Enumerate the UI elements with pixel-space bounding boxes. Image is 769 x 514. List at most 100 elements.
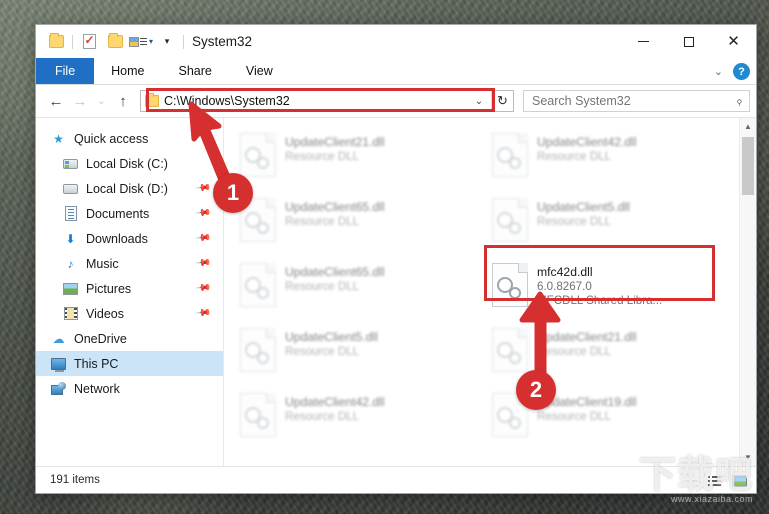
- cloud-icon: ☁: [52, 331, 65, 346]
- tab-share[interactable]: Share: [162, 58, 229, 84]
- file-name: UpdateClient21.dll: [285, 135, 385, 149]
- pin-icon[interactable]: 📌: [194, 280, 211, 296]
- sidebar-item-network[interactable]: Network: [36, 376, 223, 401]
- file-name: UpdateClient21.dll: [537, 330, 637, 344]
- tab-home[interactable]: Home: [94, 58, 161, 84]
- ribbon-right-controls: ⌄ ?: [714, 58, 750, 85]
- sidebar-item-label: Local Disk (C:): [86, 156, 168, 171]
- tiles-view-icon[interactable]: [730, 472, 748, 489]
- file-description: Resource DLL: [285, 150, 360, 163]
- sidebar-item-label: Quick access: [74, 131, 149, 146]
- sidebar-item-label: OneDrive: [74, 331, 127, 346]
- close-icon: ✕: [727, 33, 740, 50]
- search-box[interactable]: ⌕: [523, 90, 750, 112]
- recent-locations-button[interactable]: ⌄: [92, 88, 111, 114]
- file-item[interactable]: UpdateClient65.dll Resource DLL: [236, 193, 482, 258]
- address-dropdown-icon[interactable]: ⌄: [469, 91, 489, 111]
- sidebar-item-onedrive[interactable]: ☁ OneDrive: [36, 326, 223, 351]
- file-description: Resource DLL: [537, 410, 612, 423]
- sidebar-item-label: Music: [86, 256, 119, 271]
- folder-icon[interactable]: [43, 29, 69, 55]
- minimize-button[interactable]: [621, 25, 666, 58]
- computer-icon: [50, 356, 67, 372]
- file-description: Resource DLL: [285, 280, 360, 293]
- file-item[interactable]: UpdateClient42.dll Resource DLL: [488, 128, 734, 193]
- up-button[interactable]: ↑: [111, 88, 135, 114]
- file-description: Resource DLL: [285, 410, 360, 423]
- close-button[interactable]: ✕: [711, 25, 756, 58]
- dll-file-icon: [240, 263, 276, 307]
- maximize-icon: [683, 36, 694, 47]
- sidebar-item-local-disk-c[interactable]: Local Disk (C:): [36, 151, 223, 176]
- sidebar-item-videos[interactable]: Videos 📌: [36, 301, 223, 326]
- sidebar-item-quick-access[interactable]: ★ Quick access: [36, 126, 223, 151]
- file-name: UpdateClient5.dll: [537, 200, 630, 214]
- new-folder-icon[interactable]: [102, 29, 128, 55]
- scrollbar-thumb[interactable]: [742, 137, 754, 195]
- address-bar[interactable]: C:\Windows\System32 ⌄ ↻: [140, 90, 514, 112]
- file-description: Resource DLL: [285, 215, 360, 228]
- file-grid: UpdateClient21.dll Resource DLL UpdateCl…: [236, 128, 734, 466]
- scroll-down-icon[interactable]: ▼: [740, 449, 756, 466]
- pin-icon[interactable]: 📌: [194, 255, 211, 271]
- dll-file-icon: [492, 328, 528, 372]
- tab-view[interactable]: View: [229, 58, 290, 84]
- music-icon: ♪: [67, 256, 74, 271]
- customize-dropdown-icon[interactable]: ▾: [154, 29, 180, 55]
- downloads-icon: ⬇: [65, 231, 76, 246]
- file-item[interactable]: UpdateClient5.dll Resource DLL: [236, 323, 482, 388]
- sidebar-item-documents[interactable]: Documents 📌: [36, 201, 223, 226]
- pin-icon[interactable]: 📌: [194, 180, 211, 196]
- file-version: 6.0.8267.0: [537, 280, 592, 293]
- sidebar-item-this-pc[interactable]: This PC: [36, 351, 223, 376]
- chevron-down-icon[interactable]: ▾: [149, 37, 153, 46]
- file-description: Resource DLL: [537, 345, 612, 358]
- file-name: UpdateClient42.dll: [537, 135, 637, 149]
- maximize-button[interactable]: [666, 25, 711, 58]
- details-view-icon[interactable]: [705, 472, 723, 489]
- dll-file-icon: [240, 133, 276, 177]
- list-view-icon[interactable]: ▾: [128, 29, 154, 55]
- back-button[interactable]: ←: [44, 88, 68, 114]
- file-item-mfc42d-dll[interactable]: mfc42d.dll 6.0.8267.0 MFCDLL Shared Libr…: [488, 258, 734, 323]
- file-name: mfc42d.dll: [537, 265, 593, 279]
- toolbar-divider: [72, 34, 73, 49]
- vertical-scrollbar[interactable]: ▲ ▼: [739, 118, 756, 466]
- file-item[interactable]: UpdateClient42.dll Resource DLL: [236, 388, 482, 453]
- file-item[interactable]: UpdateClient65.dll Resource DLL: [236, 258, 482, 323]
- help-icon[interactable]: ?: [733, 63, 750, 80]
- file-description: Resource DLL: [537, 150, 612, 163]
- pin-icon[interactable]: 📌: [194, 230, 211, 246]
- file-item[interactable]: UpdateClient21.dll Resource DLL: [236, 128, 482, 193]
- file-name: UpdateClient5.dll: [285, 330, 378, 344]
- pin-icon[interactable]: 📌: [194, 205, 211, 221]
- window-body: ★ Quick access Local Disk (C:) Local Dis…: [36, 117, 756, 466]
- file-name: UpdateClient42.dll: [285, 395, 385, 409]
- search-input[interactable]: [530, 93, 737, 109]
- chevron-down-icon[interactable]: ⌄: [714, 65, 723, 78]
- file-list-pane[interactable]: UpdateClient21.dll Resource DLL UpdateCl…: [224, 118, 756, 466]
- view-mode-buttons: [705, 467, 748, 493]
- forward-button[interactable]: →: [68, 88, 92, 114]
- sidebar-item-label: Pictures: [86, 281, 132, 296]
- sidebar-item-pictures[interactable]: Pictures 📌: [36, 276, 223, 301]
- sidebar-item-label: Videos: [86, 306, 124, 321]
- ribbon-tab-bar: File Home Share View ⌄ ?: [36, 58, 756, 85]
- properties-icon[interactable]: [76, 29, 102, 55]
- refresh-icon[interactable]: ↻: [491, 91, 513, 111]
- tab-file[interactable]: File: [36, 58, 95, 84]
- sidebar-item-label: Downloads: [86, 231, 148, 246]
- file-item[interactable]: UpdateClient5.dll Resource DLL: [488, 193, 734, 258]
- scroll-up-icon[interactable]: ▲: [740, 118, 756, 135]
- sidebar-item-downloads[interactable]: ⬇ Downloads 📌: [36, 226, 223, 251]
- file-name: UpdateClient65.dll: [285, 265, 385, 279]
- pin-icon[interactable]: 📌: [194, 305, 211, 321]
- documents-icon: [62, 206, 79, 222]
- file-description: Resource DLL: [285, 345, 360, 358]
- sidebar-item-local-disk-d[interactable]: Local Disk (D:) 📌: [36, 176, 223, 201]
- network-icon: [50, 381, 67, 397]
- sidebar-item-music[interactable]: ♪ Music 📌: [36, 251, 223, 276]
- dll-file-icon: [492, 263, 528, 307]
- toolbar-divider-2: [183, 34, 184, 49]
- window-title: System32: [192, 34, 253, 49]
